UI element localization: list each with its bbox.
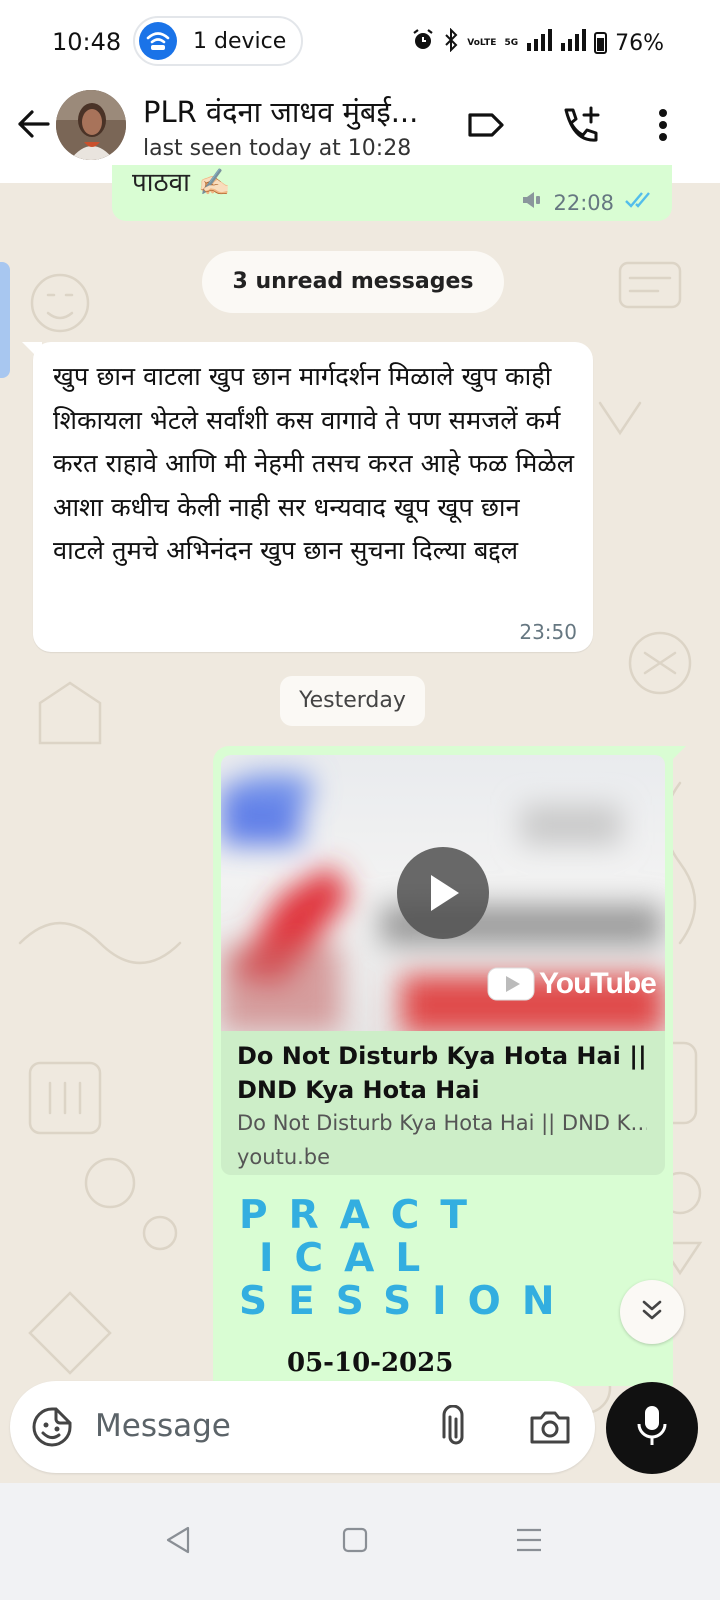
session-date: 05-10-2025 xyxy=(287,1348,454,1378)
heading-line-2: ICAL xyxy=(259,1236,442,1281)
signal-strength-icon xyxy=(526,29,553,57)
signal-strength-icon-2 xyxy=(560,29,587,57)
read-ticks-icon xyxy=(624,190,658,215)
youtube-logo-icon: YouTube xyxy=(487,967,657,1001)
camera-icon[interactable] xyxy=(528,1405,572,1449)
link-preview-card[interactable]: Do Not Disturb Kya Hota Hai || DND Kya H… xyxy=(221,1031,665,1175)
double-chevron-down-icon xyxy=(638,1296,666,1328)
connected-device-pill[interactable]: 1 device xyxy=(133,16,303,66)
incoming-message-bubble[interactable]: खुप छान वाटला खुप छान मार्गदर्शन मिळाले … xyxy=(33,342,593,652)
alarm-icon xyxy=(411,28,435,58)
scroll-to-bottom-button[interactable] xyxy=(620,1280,684,1344)
last-seen-status: last seen today at 10:28 xyxy=(143,136,412,161)
emoji-sticker-icon[interactable] xyxy=(30,1405,74,1449)
message-text: खुप छान वाटला खुप छान मार्गदर्शन मिळाले … xyxy=(53,362,575,566)
contact-name[interactable]: PLR वंदना जाधव मुंबई... xyxy=(143,92,418,131)
unread-messages-divider: 3 unread messages xyxy=(202,251,504,313)
microphone-icon xyxy=(635,1404,669,1452)
heading-line-1: PRACT xyxy=(239,1193,489,1238)
outgoing-message-bubble[interactable]: पाठवा ✍🏻 22:08 xyxy=(112,165,672,221)
contact-avatar[interactable] xyxy=(56,90,126,160)
play-button-icon[interactable] xyxy=(397,847,489,939)
message-time: 23:50 xyxy=(519,620,577,644)
nav-home-icon[interactable] xyxy=(338,1523,372,1557)
youtube-video-thumbnail[interactable]: YouTube xyxy=(221,755,665,1031)
volte-label: VoLTE xyxy=(467,37,497,48)
add-call-icon[interactable] xyxy=(558,104,600,146)
heading-line-3: SESSION xyxy=(239,1279,576,1324)
nav-back-icon[interactable] xyxy=(162,1523,196,1557)
back-arrow-icon[interactable] xyxy=(14,104,54,144)
more-vert-icon[interactable] xyxy=(648,104,688,146)
device-count-label: 1 device xyxy=(193,29,287,54)
bluetooth-icon xyxy=(443,27,459,58)
link-title: Do Not Disturb Kya Hota Hai || DND Kya H… xyxy=(237,1042,647,1104)
label-icon[interactable] xyxy=(466,104,506,146)
youtube-wordmark: YouTube xyxy=(539,967,657,1000)
battery-icon xyxy=(594,32,608,54)
link-host: youtu.be xyxy=(237,1145,331,1169)
5g-label: 5G xyxy=(504,37,519,48)
system-navigation-bar xyxy=(0,1483,720,1600)
voice-message-button[interactable] xyxy=(606,1382,698,1474)
outgoing-media-bubble[interactable]: YouTube Do Not Disturb Kya Hota Hai || D… xyxy=(213,746,673,1386)
practical-session-heading: PRACT ICAL SESSION xyxy=(239,1194,575,1323)
status-bar: 10:48 1 device VoLTE 5G 76% xyxy=(0,0,720,82)
link-description: Do Not Disturb Kya Hota Hai || DND K… xyxy=(237,1111,647,1135)
status-time: 10:48 xyxy=(52,28,122,56)
attach-paperclip-icon[interactable] xyxy=(434,1404,478,1449)
status-icons: VoLTE 5G 76% xyxy=(411,27,664,58)
battery-percent: 76% xyxy=(615,30,664,56)
message-input[interactable]: Message xyxy=(95,1408,231,1444)
forwarded-broadcast-icon xyxy=(521,190,543,215)
date-divider: Yesterday xyxy=(280,676,425,726)
nav-recents-icon[interactable] xyxy=(512,1523,546,1557)
message-text: पाठवा ✍🏻 xyxy=(132,168,231,198)
message-composer[interactable]: Message xyxy=(10,1381,595,1473)
wireless-icon xyxy=(139,22,177,60)
message-time: 22:08 xyxy=(553,190,614,215)
edge-panel-handle[interactable] xyxy=(0,262,10,378)
